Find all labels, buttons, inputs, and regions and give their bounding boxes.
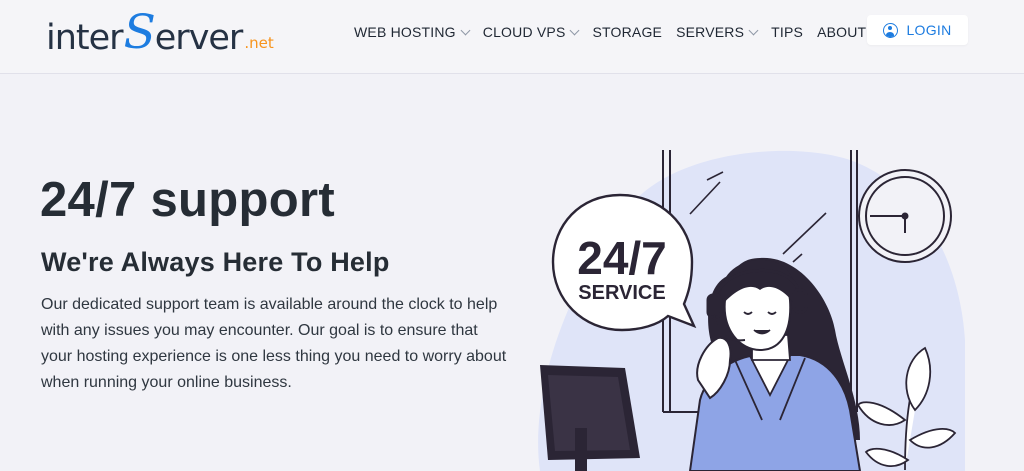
clock-icon (858, 169, 952, 263)
bubble-word-text: SERVICE (578, 282, 665, 304)
chevron-down-icon (748, 25, 759, 35)
login-label: LOGIN (906, 22, 952, 38)
hero-title: 24/7 support (40, 173, 335, 227)
nav-item-servers[interactable]: SERVERS (676, 24, 759, 40)
nav-item-cloud-vps[interactable]: CLOUD VPS (482, 24, 580, 40)
interserver-logo[interactable]: inter S erver .net (46, 6, 274, 56)
logo-text-tld: .net (244, 34, 274, 52)
support-agent-illustration: 24/7 SERVICE (538, 150, 965, 471)
logo-text-erver: erver (154, 18, 244, 58)
bubble-number-text: 24/7 (577, 232, 667, 284)
computer-monitor (540, 365, 640, 471)
hero-subtitle: We're Always Here To Help (41, 247, 390, 277)
nav-item-tips[interactable]: TIPS (771, 24, 803, 40)
nav-item-label: SERVERS (676, 24, 745, 40)
main-nav: WEB HOSTING CLOUD VPS STORAGE SERVERS TI… (354, 24, 917, 40)
nav-item-label: TIPS (771, 24, 804, 40)
login-button[interactable]: LOGIN (867, 15, 968, 45)
chevron-down-icon (570, 25, 580, 35)
chevron-down-icon (460, 25, 471, 35)
logo-text-inter: inter (46, 18, 124, 58)
nav-item-web-hosting[interactable]: WEB HOSTING (354, 24, 471, 40)
nav-item-label: WEB HOSTING (354, 24, 456, 40)
nav-item-storage[interactable]: STORAGE (592, 24, 662, 40)
nav-item-label: STORAGE (592, 24, 663, 40)
user-circle-icon (883, 22, 899, 38)
service-speech-bubble: 24/7 SERVICE (551, 193, 697, 332)
site-header: inter S erver .net WEB HOSTING CLOUD VPS… (0, 0, 1024, 74)
hero-description: Our dedicated support team is available … (41, 296, 507, 391)
nav-item-label: CLOUD VPS (482, 24, 566, 40)
logo-text-s: S (123, 5, 156, 60)
